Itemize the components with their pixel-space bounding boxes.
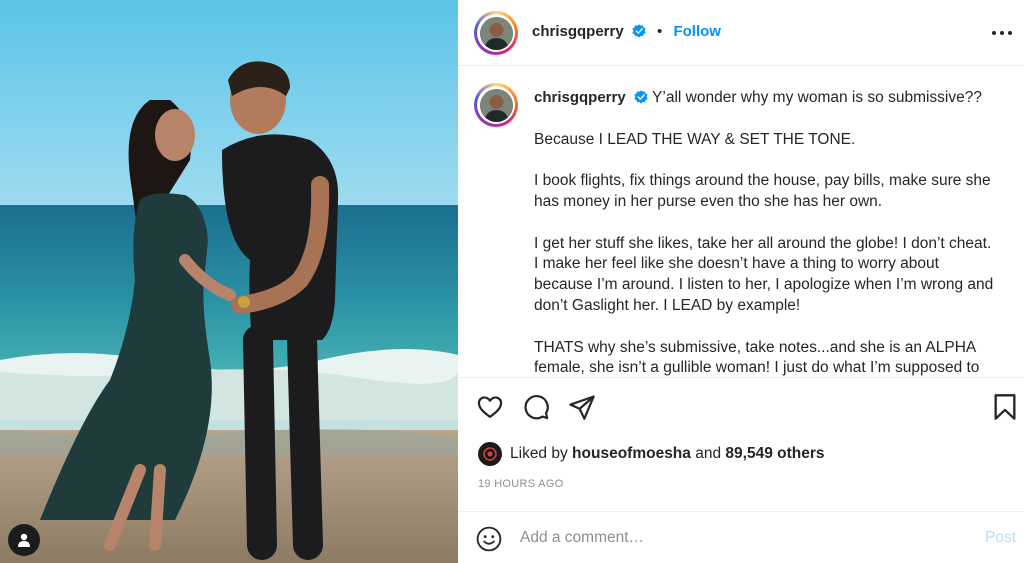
likes-row: Liked by houseofmoesha and 89,549 others <box>478 441 825 467</box>
likes-count[interactable]: 89,549 others <box>725 445 824 463</box>
add-comment-bar: Post <box>458 511 1024 563</box>
caption-paragraph: Because I LEAD THE WAY & SET THE TONE. <box>534 130 856 148</box>
verified-badge-icon <box>632 24 646 38</box>
comment-input[interactable] <box>520 524 960 552</box>
likes-connector: and <box>695 445 722 462</box>
share-icon[interactable] <box>568 393 596 426</box>
caption-username[interactable]: chrisgqperry <box>534 89 626 106</box>
liker-avatar[interactable] <box>478 442 502 466</box>
action-bar <box>458 377 1024 437</box>
separator-dot: • <box>657 23 663 40</box>
caption-paragraph: I get her stuff she likes, take her all … <box>534 234 994 314</box>
post-comment-button[interactable]: Post <box>985 529 1016 547</box>
author-username[interactable]: chrisgqperry <box>532 23 624 40</box>
post-photo[interactable] <box>0 0 458 563</box>
verified-badge-icon <box>634 90 648 104</box>
author-avatar[interactable] <box>474 11 518 55</box>
heart-icon[interactable] <box>476 393 504 426</box>
likes-prefix: Liked by <box>510 445 568 462</box>
post-caption: chrisgqperry Y’all wonder why my woman i… <box>534 88 994 376</box>
caption-first-line: Y’all wonder why my woman is so submissi… <box>652 89 982 106</box>
caption-area[interactable]: chrisgqperry Y’all wonder why my woman i… <box>458 67 1024 376</box>
post-header: chrisgqperry • Follow <box>458 0 1024 66</box>
caption-paragraph: I book flights, fix things around the ho… <box>534 172 991 210</box>
liker-username[interactable]: houseofmoesha <box>572 445 691 463</box>
caption-paragraph: THATS why she’s submissive, take notes..… <box>534 338 980 376</box>
comment-icon[interactable] <box>522 393 550 426</box>
post-panel: chrisgqperry • Follow chrisgqperry Y’all… <box>458 0 1024 563</box>
tag-user-icon[interactable] <box>8 524 40 556</box>
post-timestamp[interactable]: 19 HOURS AGO <box>478 478 564 490</box>
beach-couple-image <box>0 0 458 563</box>
more-options-icon[interactable] <box>990 22 1014 44</box>
bookmark-icon[interactable] <box>992 393 1018 426</box>
emoji-icon[interactable] <box>476 526 502 557</box>
caption-author-avatar[interactable] <box>474 83 518 127</box>
follow-button[interactable]: Follow <box>673 23 721 40</box>
